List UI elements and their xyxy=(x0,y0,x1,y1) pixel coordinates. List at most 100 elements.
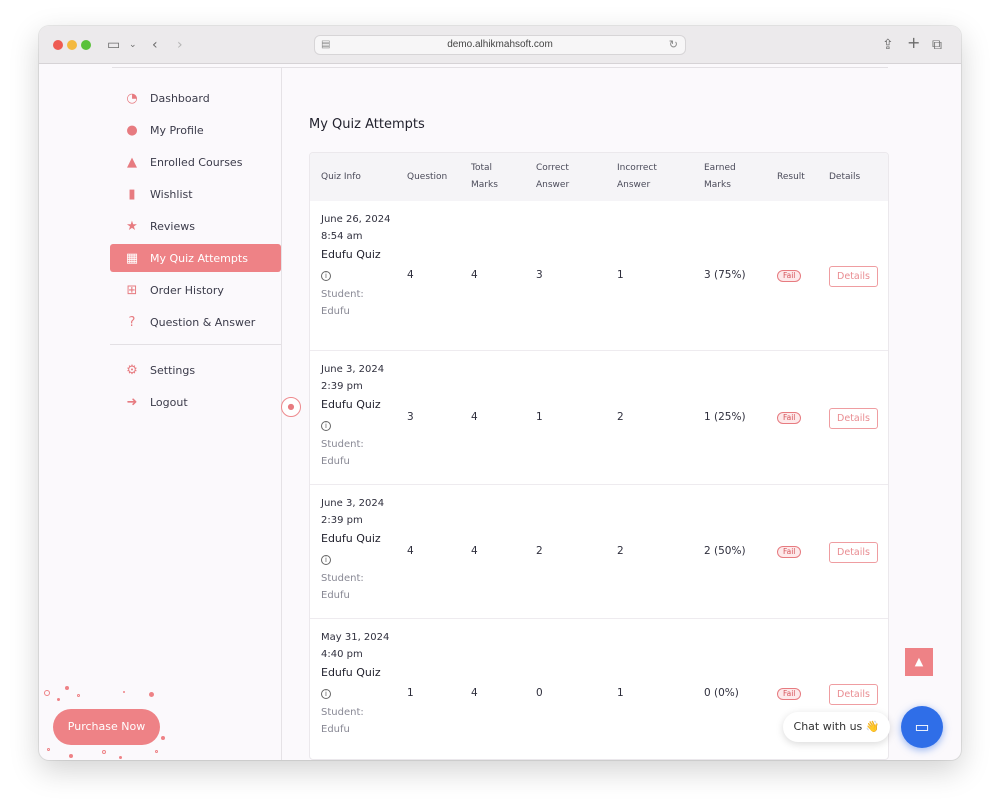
quiz-name[interactable]: Edufu Quiz xyxy=(321,530,391,547)
question-icon: ? xyxy=(128,314,136,330)
correct-cell: 2 xyxy=(536,545,543,557)
column-header: Result xyxy=(777,171,805,182)
dashboard-sidebar: ◔ Dashboard ● My Profile ▲ Enrolled Courses ▮ W… xyxy=(110,84,281,420)
chat-with-us-label[interactable]: Chat with us 👋 xyxy=(783,712,890,742)
incorrect-cell: 1 xyxy=(617,269,624,281)
sidebar-item-enrolled-courses[interactable]: ▲ Enrolled Courses xyxy=(110,148,281,176)
column-header: Earned Marks xyxy=(704,163,736,190)
info-icon[interactable]: i xyxy=(321,421,331,431)
attempt-date: June 26, 2024 8:54 am xyxy=(321,214,391,242)
decor-bubble xyxy=(47,748,50,751)
quiz-icon: ▦ xyxy=(125,250,139,266)
decor-bubble xyxy=(65,686,69,690)
chevron-up-icon: ▲ xyxy=(914,655,924,668)
sidebar-item-label: Enrolled Courses xyxy=(150,155,243,169)
sidebar-item-label: Dashboard xyxy=(150,91,210,105)
correct-cell: 0 xyxy=(536,687,543,699)
table-header: Quiz Info Question Total Marks Correct Answ… xyxy=(310,153,888,201)
sidebar-item-dashboard[interactable]: ◔ Dashboard xyxy=(110,84,281,112)
page-settings-icon[interactable]: ▤ xyxy=(321,36,330,54)
decor-bubble xyxy=(123,691,125,693)
sidebar-item-label: Question & Answer xyxy=(150,315,256,329)
chat-bubble-icon: ▭ xyxy=(914,717,930,736)
info-icon[interactable]: i xyxy=(321,689,331,699)
graduation-cap-icon: ▲ xyxy=(127,154,137,170)
url-text: demo.alhikmahsoft.com xyxy=(447,39,553,50)
result-badge: Fail xyxy=(777,546,802,558)
sidebar-item-label: Wishlist xyxy=(150,187,193,201)
quiz-name[interactable]: Edufu Quiz xyxy=(321,664,391,681)
total-cell: 4 xyxy=(471,269,478,281)
decor-bubble xyxy=(119,756,122,759)
column-header: Incorrect Answer xyxy=(617,163,657,190)
quiz-info-cell: June 3, 2024 2:39 pm Edufu Quiz i Student: … xyxy=(321,495,391,604)
sidebar-item-order-history[interactable]: ⊞ Order History xyxy=(110,276,281,304)
sidebar-item-label: Order History xyxy=(150,283,224,297)
question-cell: 1 xyxy=(407,687,414,699)
decor-bubble xyxy=(44,690,50,696)
details-button[interactable]: Details xyxy=(829,266,878,287)
quiz-name[interactable]: Edufu Quiz xyxy=(321,246,391,263)
sidebar-item-label: Logout xyxy=(150,395,188,409)
minimize-window-button[interactable] xyxy=(67,40,77,50)
decor-bubble xyxy=(69,754,73,758)
decor-bubble xyxy=(77,694,80,697)
quiz-info-cell: June 26, 2024 8:54 am Edufu Quiz i Student:… xyxy=(321,211,391,320)
details-button[interactable]: Details xyxy=(829,542,878,563)
result-badge: Fail xyxy=(777,412,802,424)
table-row: June 3, 2024 2:39 pm Edufu Quiz i Student: … xyxy=(310,485,888,619)
close-window-button[interactable] xyxy=(53,40,63,50)
chevron-down-icon[interactable]: ⌄ xyxy=(129,35,137,55)
sidebar-item-wishlist[interactable]: ▮ Wishlist xyxy=(110,180,281,208)
scroll-to-top-button[interactable]: ▲ xyxy=(905,648,933,676)
info-icon[interactable]: i xyxy=(321,271,331,281)
details-button[interactable]: Details xyxy=(829,408,878,429)
sidebar-item-label: My Quiz Attempts xyxy=(150,251,248,265)
incorrect-cell: 2 xyxy=(617,545,624,557)
table-row: June 3, 2024 2:39 pm Edufu Quiz i Student: … xyxy=(310,351,888,485)
tab-overview-icon[interactable]: ⧉ xyxy=(932,35,942,55)
dashboard-icon: ◔ xyxy=(126,90,138,106)
sidebar-separator xyxy=(110,344,281,345)
sidebar-item-my-quiz-attempts[interactable]: ▦ My Quiz Attempts xyxy=(110,244,281,272)
bookmark-icon: ▮ xyxy=(128,186,136,202)
sidebar-item-label: My Profile xyxy=(150,123,204,137)
question-cell: 4 xyxy=(407,269,414,281)
sidebar-item-label: Reviews xyxy=(150,219,195,233)
correct-cell: 3 xyxy=(536,269,543,281)
chat-button[interactable]: ▭ xyxy=(901,706,943,748)
browser-window: ▭ ⌄ ‹ › ▤ demo.alhikmahsoft.com ↻ ⇪ + ⧉ … xyxy=(39,26,961,760)
sidebar-item-settings[interactable]: ⚙ Settings xyxy=(110,356,281,384)
reload-icon[interactable]: ↻ xyxy=(669,36,678,54)
sidebar-item-question-answer[interactable]: ? Question & Answer xyxy=(110,308,281,336)
page-title: My Quiz Attempts xyxy=(309,117,425,132)
logout-icon: ➜ xyxy=(126,394,138,410)
quiz-name[interactable]: Edufu Quiz xyxy=(321,396,391,413)
sidebar-item-logout[interactable]: ➜ Logout xyxy=(110,388,281,416)
attempt-date: June 3, 2024 2:39 pm xyxy=(321,498,385,526)
purchase-now-button[interactable]: Purchase Now xyxy=(53,709,160,745)
quiz-info-cell: May 31, 2024 4:40 pm Edufu Quiz i Student: … xyxy=(321,629,391,738)
sidebar-item-reviews[interactable]: ★ Reviews xyxy=(110,212,281,240)
total-cell: 4 xyxy=(471,545,478,557)
attempt-date: May 31, 2024 4:40 pm xyxy=(321,632,390,660)
info-icon[interactable]: i xyxy=(321,555,331,565)
new-tab-icon[interactable]: + xyxy=(907,33,920,53)
sidebar-toggle-icon[interactable]: ▭ xyxy=(107,35,120,55)
decor-bubble xyxy=(57,698,60,701)
quiz-attempts-table: Quiz Info Question Total Marks Correct Answ… xyxy=(309,152,889,760)
student-name: Student: Edufu xyxy=(321,439,364,467)
result-badge: Fail xyxy=(777,688,802,700)
share-icon[interactable]: ⇪ xyxy=(882,35,894,55)
forward-icon[interactable]: › xyxy=(177,35,183,55)
details-button[interactable]: Details xyxy=(829,684,878,705)
column-header: Total Marks xyxy=(471,163,498,190)
sidebar-collapse-button[interactable]: ● xyxy=(281,397,301,417)
address-bar[interactable]: ▤ demo.alhikmahsoft.com ↻ xyxy=(314,35,686,55)
maximize-window-button[interactable] xyxy=(81,40,91,50)
back-icon[interactable]: ‹ xyxy=(152,35,158,55)
column-header: Question xyxy=(407,171,448,182)
sidebar-item-my-profile[interactable]: ● My Profile xyxy=(110,116,281,144)
total-cell: 4 xyxy=(471,687,478,699)
incorrect-cell: 2 xyxy=(617,411,624,423)
